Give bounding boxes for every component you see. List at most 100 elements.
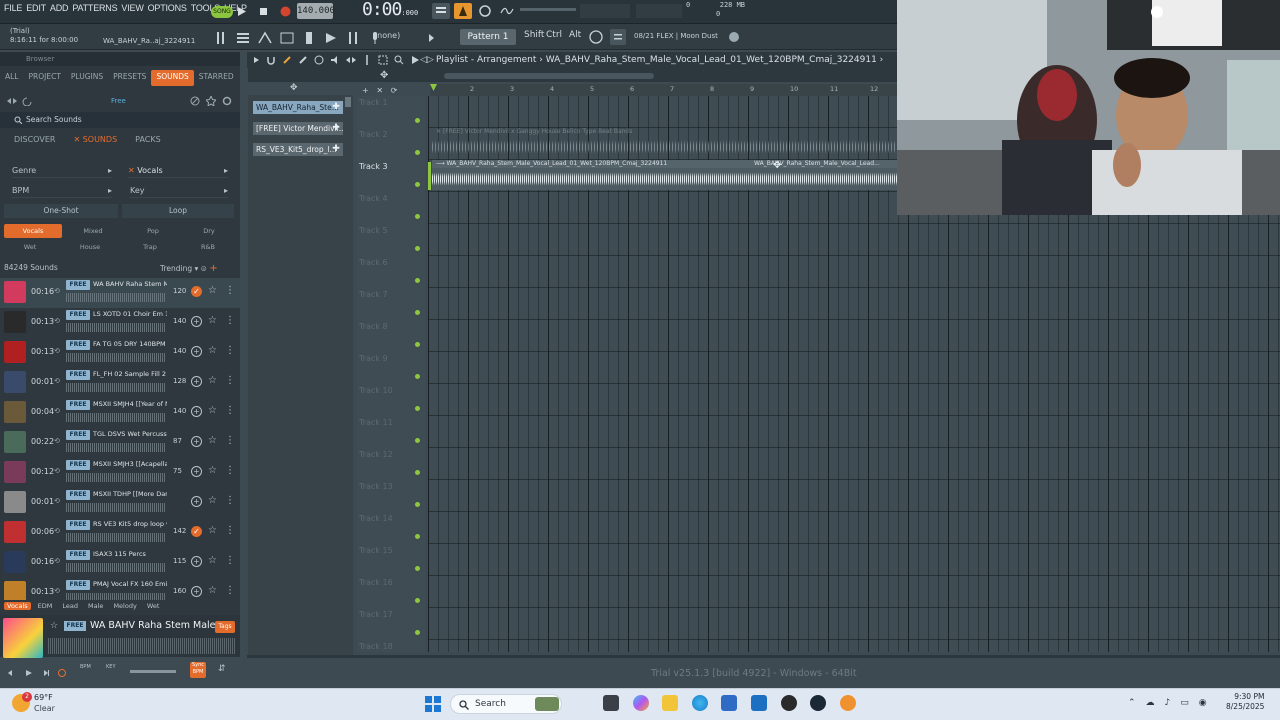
preview-volume-slider[interactable] — [130, 670, 176, 673]
zoom-icon[interactable] — [394, 55, 404, 65]
track-enable-dot[interactable] — [415, 502, 420, 507]
channel-add-icon[interactable]: ✚ — [331, 101, 341, 114]
add-sound-icon[interactable]: ✓ — [191, 526, 202, 537]
star-icon[interactable]: ☆ — [208, 525, 217, 536]
track-label[interactable]: Track 6 — [359, 258, 388, 267]
subtab-discover[interactable]: DISCOVER — [14, 135, 55, 144]
master-volume-slider[interactable] — [520, 8, 576, 11]
track-enable-dot[interactable] — [415, 630, 420, 635]
pencil-icon[interactable] — [282, 55, 292, 65]
horizontal-scrollbar[interactable] — [444, 73, 654, 79]
pattern-song-toggle[interactable]: SONG — [211, 6, 233, 18]
more-options-icon[interactable]: ⋮ — [225, 435, 235, 446]
star-icon[interactable]: ☆ — [208, 405, 217, 416]
pill-vocals[interactable]: Vocals — [4, 602, 31, 610]
taskbar-clock[interactable]: 9:30 PM 8/25/2025 — [1226, 692, 1264, 712]
add-sound-icon[interactable]: ✓ — [191, 286, 202, 297]
brush-icon[interactable] — [298, 55, 308, 65]
fl-studio-icon[interactable] — [840, 695, 856, 711]
sound-waveform[interactable] — [66, 503, 166, 512]
more-options-icon[interactable]: ⋮ — [225, 465, 235, 476]
slice-icon[interactable] — [362, 55, 372, 65]
tab-all[interactable]: ALL — [0, 70, 24, 86]
star-icon[interactable]: ☆ — [208, 345, 217, 356]
sound-row[interactable]: 00:06⟲ FREERS VE3 Kit5 drop loop vo... 142… — [0, 518, 240, 548]
bpm-label[interactable]: BPM — [80, 664, 91, 670]
track-enable-dot[interactable] — [415, 406, 420, 411]
mute-icon[interactable] — [330, 55, 340, 65]
tag-house[interactable]: House — [60, 240, 120, 254]
menu-patterns[interactable]: PATTERNS — [72, 3, 117, 13]
task-view-icon[interactable] — [603, 695, 619, 711]
channel-wa-bahv[interactable]: WA_BAHV_Raha_Ste... ✚ — [253, 101, 343, 114]
track-enable-dot[interactable] — [415, 470, 420, 475]
playlist-view-button[interactable] — [432, 3, 450, 19]
sort-selector[interactable]: Trending ▾ ⊜ + — [160, 263, 218, 274]
star-icon[interactable]: ☆ — [208, 555, 217, 566]
star-icon[interactable] — [206, 96, 216, 106]
search-sounds-input[interactable]: Search Sounds — [26, 115, 82, 124]
sound-row[interactable]: 00:13⟲ FREEPMAJ Vocal FX 160 Emin ... 160 +… — [0, 578, 240, 600]
sound-row[interactable]: 00:01⟲ FREEFL_FH 02 Sample Fill 2 1... 128… — [0, 368, 240, 398]
sound-waveform[interactable] — [66, 443, 166, 452]
sound-row[interactable]: 00:16⟲ FREEWA BAHV Raha Stem Mal... 120 ✓ ☆ ⋮ — [0, 278, 240, 308]
add-sound-icon[interactable]: + — [191, 346, 202, 357]
sound-row[interactable]: 00:01⟲ FREEMSXII TDHP [[More Dam... + ☆ ⋮ — [0, 488, 240, 518]
windows-start-icon[interactable] — [425, 696, 441, 712]
delete-icon[interactable] — [314, 55, 324, 65]
picker-scrollbar[interactable] — [345, 97, 351, 107]
more-options-icon[interactable]: ⋮ — [225, 375, 235, 386]
star-icon[interactable]: ☆ — [208, 435, 217, 446]
record-button[interactable] — [278, 3, 292, 19]
browser-button[interactable] — [344, 29, 362, 47]
sound-row[interactable]: 00:13⟲ FREEFA TG 05 DRY 140BPM D... 140 + ☆ ⋮ — [0, 338, 240, 368]
song-position-display[interactable]: 0:00:000 — [362, 0, 426, 21]
triangle-right-icon[interactable] — [252, 55, 260, 65]
sound-row[interactable]: 00:22⟲ FREETGL DSVS Wet Percussio... 87 + ☆ ⋮ — [0, 428, 240, 458]
playback-icon[interactable] — [410, 55, 420, 65]
bpm-filter[interactable]: BPM ▸ — [12, 184, 112, 198]
star-icon[interactable]: ☆ — [208, 465, 217, 476]
playhead[interactable] — [428, 162, 431, 190]
add-sound-icon[interactable]: + — [191, 436, 202, 447]
more-options-icon[interactable]: ⋮ — [225, 585, 235, 596]
playlist-button[interactable] — [278, 29, 296, 47]
key-filter[interactable]: Key ▸ — [130, 184, 228, 198]
search-sounds-bar[interactable]: Search Sounds — [0, 112, 240, 128]
vocals-filter[interactable]: ✕ Vocals ▸ — [128, 164, 228, 178]
plugin-picker-button[interactable] — [300, 29, 318, 47]
tag-mixed[interactable]: Mixed — [64, 224, 122, 238]
track-label[interactable]: Track 13 — [359, 482, 393, 491]
track-label[interactable]: Track 18 — [359, 642, 393, 651]
sound-waveform[interactable] — [66, 293, 166, 302]
tab-plugins[interactable]: PLUGINS — [66, 70, 108, 86]
track-label[interactable]: Track 3 — [359, 162, 388, 171]
loop-record-button[interactable] — [476, 3, 494, 19]
sound-row[interactable]: 00:12⟲ FREEMSXII SMJH3 [[Acapella ... 75 + ☆… — [0, 458, 240, 488]
track-enable-dot[interactable] — [415, 150, 420, 155]
sound-waveform[interactable] — [66, 323, 166, 332]
more-options-icon[interactable]: ⋮ — [225, 345, 235, 356]
subtab-packs[interactable]: PACKS — [135, 135, 161, 144]
track-label[interactable]: Track 9 — [359, 354, 388, 363]
news-ticker[interactable]: 08/21 FLEX | Moon Dust — [634, 32, 718, 40]
sound-waveform[interactable] — [66, 473, 166, 482]
add-sound-icon[interactable]: + — [191, 496, 202, 507]
channel-add-icon[interactable]: ✚ — [331, 143, 341, 156]
tab-sounds[interactable]: SOUNDS — [151, 70, 194, 86]
add-sound-icon[interactable]: + — [191, 316, 202, 327]
mixer-button[interactable] — [212, 29, 230, 47]
add-sound-icon[interactable]: + — [191, 466, 202, 477]
alt-key-button[interactable]: Alt — [569, 30, 581, 40]
play-button[interactable] — [236, 3, 248, 19]
track-label[interactable]: Track 17 — [359, 610, 393, 619]
menu-edit[interactable]: EDIT — [26, 3, 46, 13]
edge-icon[interactable] — [692, 695, 708, 711]
track-label[interactable]: Track 4 — [359, 194, 388, 203]
step-seq-button[interactable] — [322, 29, 340, 47]
add-sound-icon[interactable]: + — [191, 406, 202, 417]
gear-icon[interactable] — [222, 96, 232, 106]
track-label[interactable]: Track 14 — [359, 514, 393, 523]
sound-waveform[interactable] — [66, 593, 166, 600]
menu-file[interactable]: FILE — [4, 3, 22, 13]
